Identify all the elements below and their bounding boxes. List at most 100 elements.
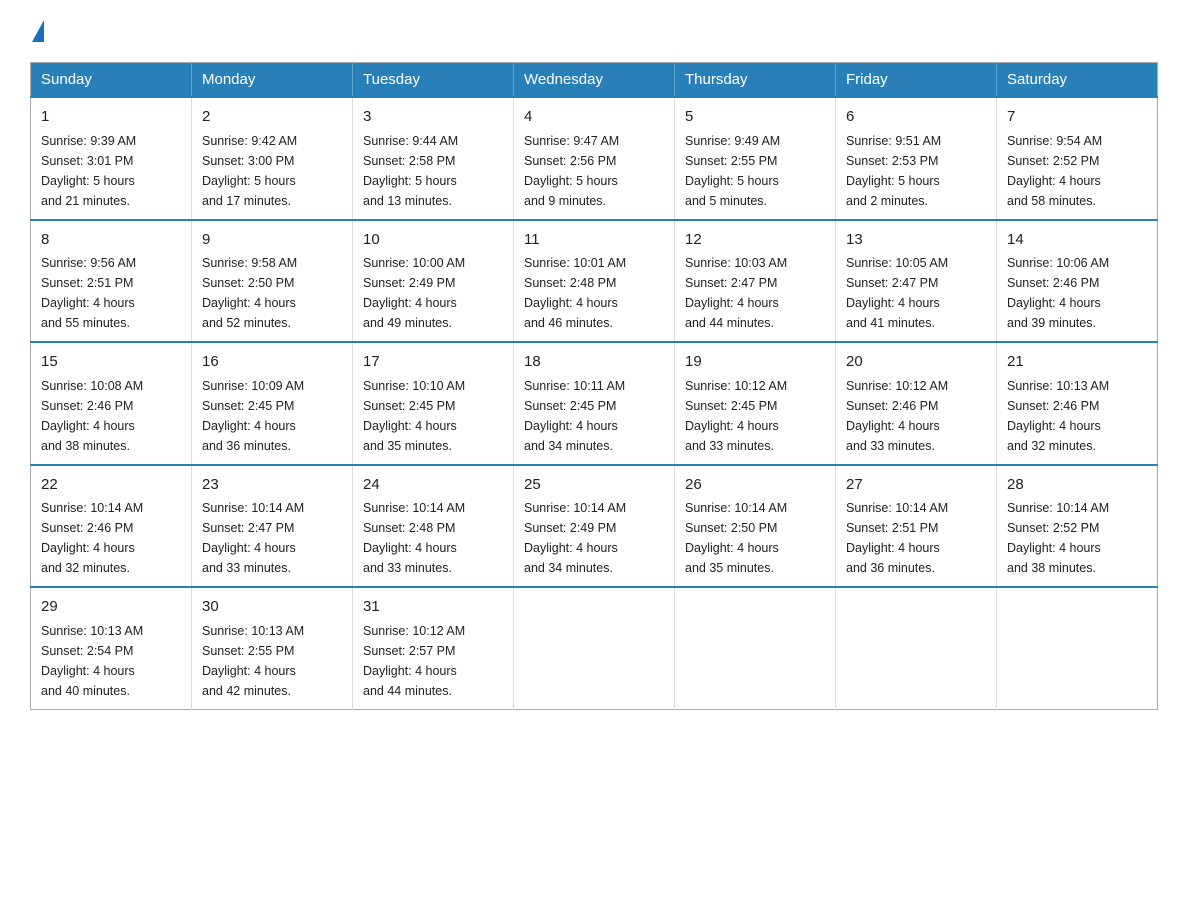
- calendar-cell: [514, 587, 675, 709]
- day-number: 15: [41, 351, 181, 374]
- page-header: [30, 20, 1158, 44]
- day-info: Sunrise: 10:14 AMSunset: 2:47 PMDaylight…: [202, 501, 304, 575]
- day-number: 20: [846, 351, 986, 374]
- calendar-cell: 15 Sunrise: 10:08 AMSunset: 2:46 PMDayli…: [31, 342, 192, 465]
- calendar-cell: [997, 587, 1158, 709]
- calendar-cell: 5 Sunrise: 9:49 AMSunset: 2:55 PMDayligh…: [675, 97, 836, 220]
- weekday-header-wednesday: Wednesday: [514, 63, 675, 98]
- day-info: Sunrise: 10:13 AMSunset: 2:55 PMDaylight…: [202, 624, 304, 698]
- calendar-cell: 23 Sunrise: 10:14 AMSunset: 2:47 PMDayli…: [192, 465, 353, 588]
- day-number: 23: [202, 474, 342, 497]
- day-number: 28: [1007, 474, 1147, 497]
- day-info: Sunrise: 10:09 AMSunset: 2:45 PMDaylight…: [202, 379, 304, 453]
- calendar-cell: 12 Sunrise: 10:03 AMSunset: 2:47 PMDayli…: [675, 220, 836, 343]
- week-row-1: 1 Sunrise: 9:39 AMSunset: 3:01 PMDayligh…: [31, 97, 1158, 220]
- day-info: Sunrise: 10:12 AMSunset: 2:45 PMDaylight…: [685, 379, 787, 453]
- day-number: 6: [846, 106, 986, 129]
- calendar-cell: 18 Sunrise: 10:11 AMSunset: 2:45 PMDayli…: [514, 342, 675, 465]
- day-number: 11: [524, 229, 664, 252]
- calendar-cell: 11 Sunrise: 10:01 AMSunset: 2:48 PMDayli…: [514, 220, 675, 343]
- calendar-cell: 17 Sunrise: 10:10 AMSunset: 2:45 PMDayli…: [353, 342, 514, 465]
- calendar-cell: 1 Sunrise: 9:39 AMSunset: 3:01 PMDayligh…: [31, 97, 192, 220]
- day-number: 21: [1007, 351, 1147, 374]
- calendar-cell: 14 Sunrise: 10:06 AMSunset: 2:46 PMDayli…: [997, 220, 1158, 343]
- day-number: 26: [685, 474, 825, 497]
- day-info: Sunrise: 10:12 AMSunset: 2:46 PMDaylight…: [846, 379, 948, 453]
- day-number: 2: [202, 106, 342, 129]
- day-info: Sunrise: 10:14 AMSunset: 2:46 PMDaylight…: [41, 501, 143, 575]
- day-info: Sunrise: 10:06 AMSunset: 2:46 PMDaylight…: [1007, 256, 1109, 330]
- day-number: 10: [363, 229, 503, 252]
- day-number: 31: [363, 596, 503, 619]
- day-number: 27: [846, 474, 986, 497]
- day-number: 19: [685, 351, 825, 374]
- weekday-header-sunday: Sunday: [31, 63, 192, 98]
- day-number: 5: [685, 106, 825, 129]
- day-info: Sunrise: 10:08 AMSunset: 2:46 PMDaylight…: [41, 379, 143, 453]
- day-number: 3: [363, 106, 503, 129]
- calendar-cell: 7 Sunrise: 9:54 AMSunset: 2:52 PMDayligh…: [997, 97, 1158, 220]
- day-number: 24: [363, 474, 503, 497]
- calendar-cell: 21 Sunrise: 10:13 AMSunset: 2:46 PMDayli…: [997, 342, 1158, 465]
- day-number: 18: [524, 351, 664, 374]
- calendar-cell: 9 Sunrise: 9:58 AMSunset: 2:50 PMDayligh…: [192, 220, 353, 343]
- calendar-cell: 6 Sunrise: 9:51 AMSunset: 2:53 PMDayligh…: [836, 97, 997, 220]
- calendar-cell: 2 Sunrise: 9:42 AMSunset: 3:00 PMDayligh…: [192, 97, 353, 220]
- weekday-header-thursday: Thursday: [675, 63, 836, 98]
- day-info: Sunrise: 10:00 AMSunset: 2:49 PMDaylight…: [363, 256, 465, 330]
- calendar-cell: 8 Sunrise: 9:56 AMSunset: 2:51 PMDayligh…: [31, 220, 192, 343]
- day-info: Sunrise: 9:42 AMSunset: 3:00 PMDaylight:…: [202, 134, 297, 208]
- day-number: 12: [685, 229, 825, 252]
- calendar-cell: 26 Sunrise: 10:14 AMSunset: 2:50 PMDayli…: [675, 465, 836, 588]
- day-info: Sunrise: 10:14 AMSunset: 2:48 PMDaylight…: [363, 501, 465, 575]
- day-info: Sunrise: 9:56 AMSunset: 2:51 PMDaylight:…: [41, 256, 136, 330]
- day-info: Sunrise: 9:58 AMSunset: 2:50 PMDaylight:…: [202, 256, 297, 330]
- calendar-cell: 27 Sunrise: 10:14 AMSunset: 2:51 PMDayli…: [836, 465, 997, 588]
- day-info: Sunrise: 9:49 AMSunset: 2:55 PMDaylight:…: [685, 134, 780, 208]
- day-info: Sunrise: 10:03 AMSunset: 2:47 PMDaylight…: [685, 256, 787, 330]
- weekday-header-tuesday: Tuesday: [353, 63, 514, 98]
- day-number: 17: [363, 351, 503, 374]
- day-info: Sunrise: 10:10 AMSunset: 2:45 PMDaylight…: [363, 379, 465, 453]
- week-row-2: 8 Sunrise: 9:56 AMSunset: 2:51 PMDayligh…: [31, 220, 1158, 343]
- logo: [30, 20, 44, 44]
- calendar-cell: 4 Sunrise: 9:47 AMSunset: 2:56 PMDayligh…: [514, 97, 675, 220]
- day-info: Sunrise: 10:13 AMSunset: 2:46 PMDaylight…: [1007, 379, 1109, 453]
- day-info: Sunrise: 10:14 AMSunset: 2:49 PMDaylight…: [524, 501, 626, 575]
- calendar-cell: [675, 587, 836, 709]
- day-number: 1: [41, 106, 181, 129]
- calendar-cell: 13 Sunrise: 10:05 AMSunset: 2:47 PMDayli…: [836, 220, 997, 343]
- week-row-3: 15 Sunrise: 10:08 AMSunset: 2:46 PMDayli…: [31, 342, 1158, 465]
- calendar-cell: 24 Sunrise: 10:14 AMSunset: 2:48 PMDayli…: [353, 465, 514, 588]
- week-row-5: 29 Sunrise: 10:13 AMSunset: 2:54 PMDayli…: [31, 587, 1158, 709]
- day-number: 8: [41, 229, 181, 252]
- day-number: 4: [524, 106, 664, 129]
- day-info: Sunrise: 9:47 AMSunset: 2:56 PMDaylight:…: [524, 134, 619, 208]
- day-number: 14: [1007, 229, 1147, 252]
- day-number: 29: [41, 596, 181, 619]
- weekday-header-friday: Friday: [836, 63, 997, 98]
- day-info: Sunrise: 10:13 AMSunset: 2:54 PMDaylight…: [41, 624, 143, 698]
- calendar-cell: 30 Sunrise: 10:13 AMSunset: 2:55 PMDayli…: [192, 587, 353, 709]
- calendar-cell: 20 Sunrise: 10:12 AMSunset: 2:46 PMDayli…: [836, 342, 997, 465]
- day-number: 13: [846, 229, 986, 252]
- calendar-table: SundayMondayTuesdayWednesdayThursdayFrid…: [30, 62, 1158, 710]
- calendar-cell: 10 Sunrise: 10:00 AMSunset: 2:49 PMDayli…: [353, 220, 514, 343]
- day-info: Sunrise: 10:14 AMSunset: 2:52 PMDaylight…: [1007, 501, 1109, 575]
- calendar-cell: 22 Sunrise: 10:14 AMSunset: 2:46 PMDayli…: [31, 465, 192, 588]
- day-info: Sunrise: 10:14 AMSunset: 2:51 PMDaylight…: [846, 501, 948, 575]
- day-info: Sunrise: 9:54 AMSunset: 2:52 PMDaylight:…: [1007, 134, 1102, 208]
- day-number: 25: [524, 474, 664, 497]
- day-info: Sunrise: 9:39 AMSunset: 3:01 PMDaylight:…: [41, 134, 136, 208]
- day-number: 7: [1007, 106, 1147, 129]
- day-info: Sunrise: 10:12 AMSunset: 2:57 PMDaylight…: [363, 624, 465, 698]
- day-info: Sunrise: 10:05 AMSunset: 2:47 PMDaylight…: [846, 256, 948, 330]
- logo-triangle-icon: [32, 20, 44, 42]
- week-row-4: 22 Sunrise: 10:14 AMSunset: 2:46 PMDayli…: [31, 465, 1158, 588]
- calendar-cell: 19 Sunrise: 10:12 AMSunset: 2:45 PMDayli…: [675, 342, 836, 465]
- day-number: 9: [202, 229, 342, 252]
- day-info: Sunrise: 10:14 AMSunset: 2:50 PMDaylight…: [685, 501, 787, 575]
- weekday-header-row: SundayMondayTuesdayWednesdayThursdayFrid…: [31, 63, 1158, 98]
- calendar-cell: 31 Sunrise: 10:12 AMSunset: 2:57 PMDayli…: [353, 587, 514, 709]
- weekday-header-monday: Monday: [192, 63, 353, 98]
